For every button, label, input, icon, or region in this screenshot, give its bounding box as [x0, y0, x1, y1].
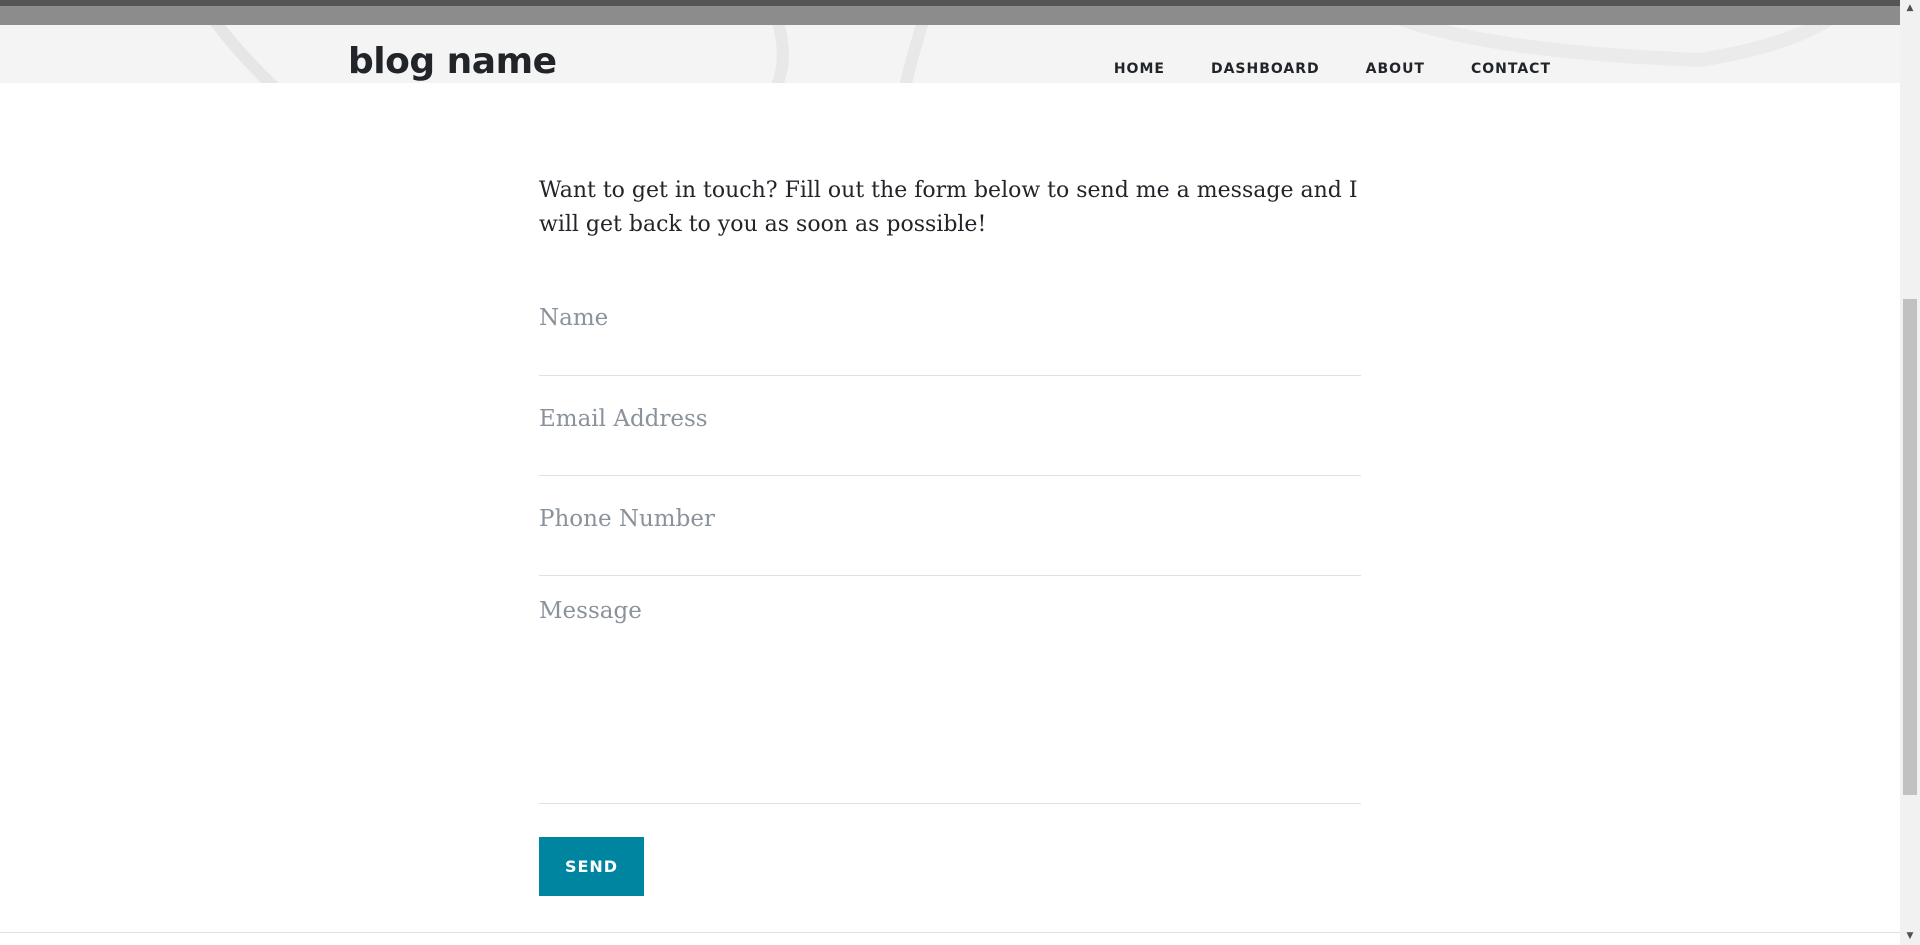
contact-intro-text: Want to get in touch? Fill out the form … [539, 178, 1358, 237]
page: blog name HOME DASHBOARD ABOUT CONTACT W… [0, 0, 1900, 945]
hero-decoration [210, 25, 1833, 83]
nav-links: HOME DASHBOARD ABOUT CONTACT [1114, 62, 1551, 76]
phone-field [539, 506, 1361, 576]
brand-logo[interactable]: blog name [348, 44, 557, 80]
message-textarea[interactable] [539, 598, 1361, 778]
email-input[interactable] [539, 406, 1361, 432]
send-button[interactable]: SEND [539, 837, 644, 896]
hero-top-line [0, 0, 1900, 6]
phone-input[interactable] [539, 506, 1361, 532]
hero-image-strip [0, 0, 1900, 25]
footer-divider [0, 932, 1900, 933]
navbar: blog name HOME DASHBOARD ABOUT CONTACT [0, 25, 1900, 83]
email-field [539, 406, 1361, 476]
page-scrollbar[interactable]: ▲ ▼ [1900, 0, 1920, 945]
nav-link-contact[interactable]: CONTACT [1471, 62, 1551, 76]
contact-content: Want to get in touch? Fill out the form … [539, 174, 1361, 242]
nav-link-dashboard[interactable]: DASHBOARD [1211, 62, 1320, 76]
triangle-up-icon[interactable]: ▲ [1900, 0, 1920, 17]
name-field [539, 305, 1361, 376]
message-field [539, 598, 1361, 804]
nav-link-home[interactable]: HOME [1114, 62, 1165, 76]
triangle-down-icon[interactable]: ▼ [1900, 928, 1920, 945]
name-input[interactable] [539, 305, 1361, 331]
nav-link-about[interactable]: ABOUT [1366, 62, 1425, 76]
scrollbar-thumb[interactable] [1903, 299, 1917, 795]
